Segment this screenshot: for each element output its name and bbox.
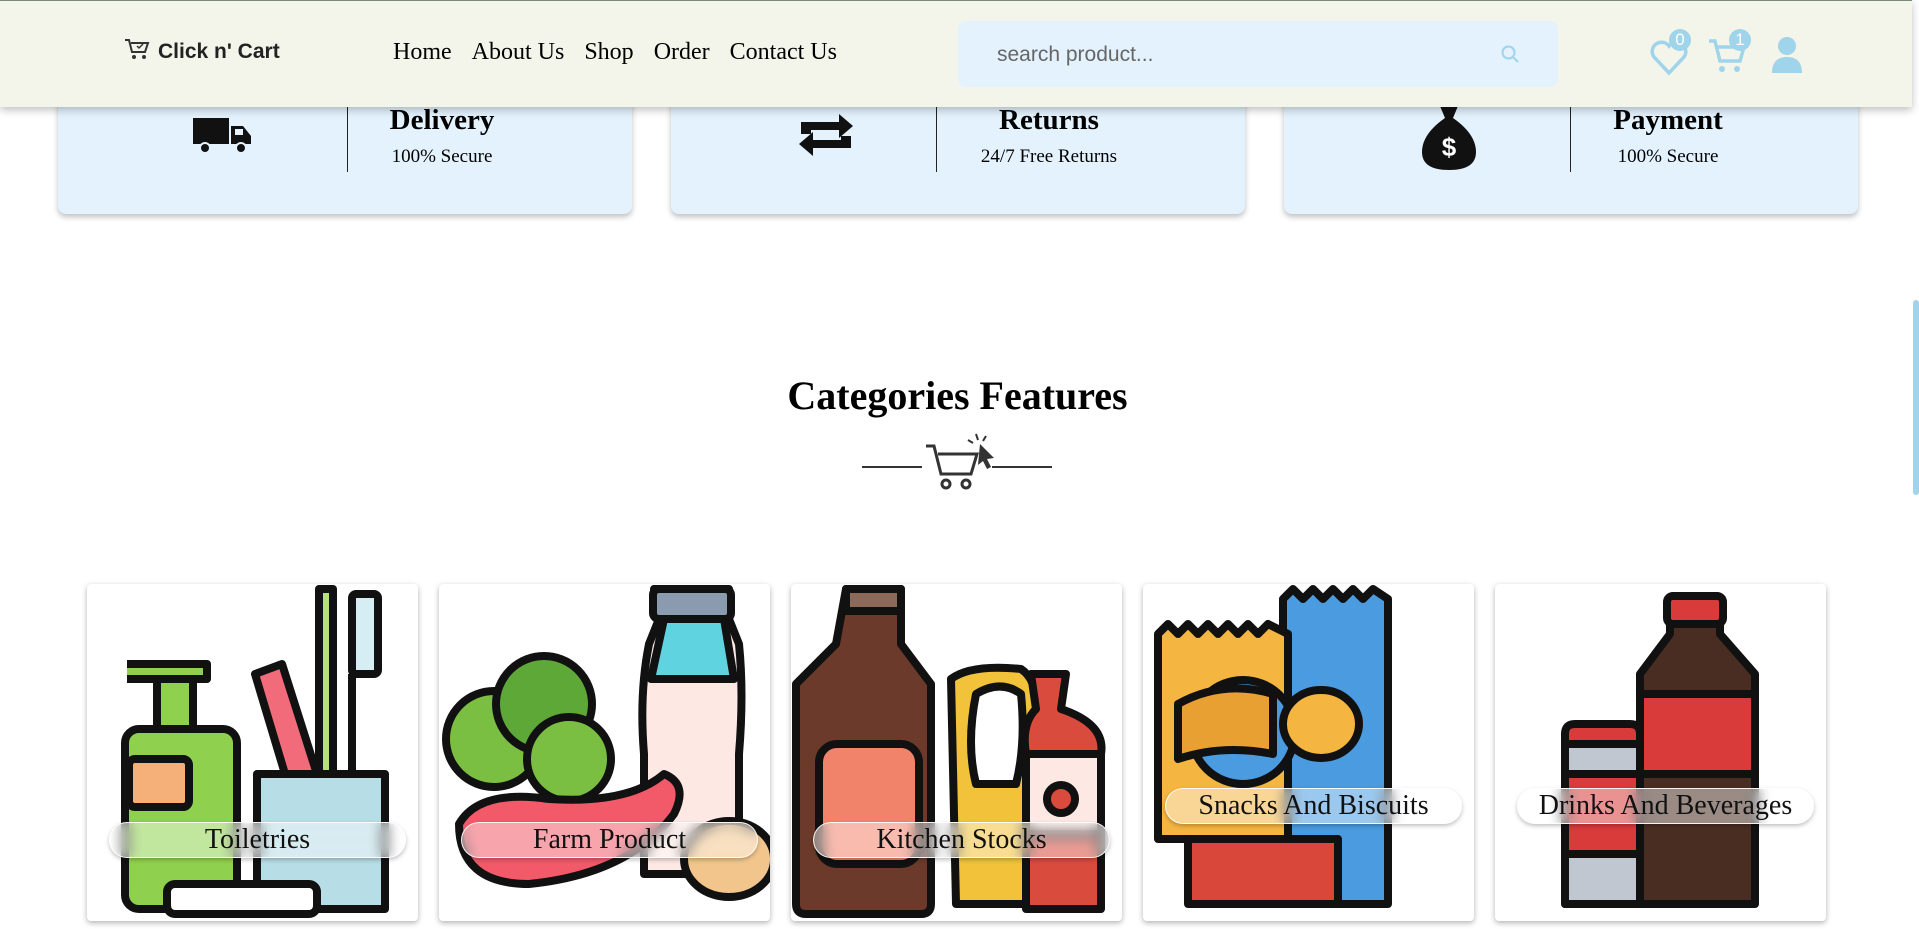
main-nav: Home About Us Shop Order Contact Us bbox=[393, 39, 837, 66]
category-label: Drinks And Beverages bbox=[1517, 788, 1814, 824]
account-button[interactable] bbox=[1763, 25, 1821, 85]
svg-text:$: $ bbox=[1442, 132, 1457, 162]
category-card-drinks-and-beverages[interactable]: Drinks And Beverages bbox=[1495, 584, 1826, 921]
nav-order[interactable]: Order bbox=[654, 39, 710, 66]
feature-title: Delivery bbox=[389, 104, 495, 136]
category-label: Toiletries bbox=[109, 822, 406, 858]
logo-text: Click n' Cart bbox=[158, 39, 280, 63]
feature-returns: Returns 24/7 Free Returns bbox=[671, 100, 1245, 214]
nav-shop[interactable]: Shop bbox=[584, 39, 633, 66]
snacks-illustration bbox=[1154, 585, 1392, 908]
page-scrollbar[interactable] bbox=[1913, 300, 1919, 495]
feature-subtitle: 24/7 Free Returns bbox=[980, 146, 1118, 167]
toiletries-illustration bbox=[121, 585, 389, 918]
cart-divider-icon bbox=[862, 432, 1052, 499]
feature-subtitle: 100% Secure bbox=[1617, 146, 1719, 167]
wishlist-count-badge: 0 bbox=[1669, 29, 1691, 51]
cart-button[interactable]: 1 bbox=[1705, 25, 1763, 85]
truck-icon bbox=[193, 118, 253, 159]
category-label: Snacks And Biscuits bbox=[1165, 788, 1462, 824]
search-input[interactable] bbox=[958, 21, 1519, 89]
money-bag-icon: $ bbox=[1420, 106, 1478, 177]
nav-contact-us[interactable]: Contact Us bbox=[730, 39, 837, 66]
header-bar: Click n' Cart Home About Us Shop Order C… bbox=[0, 0, 1912, 107]
category-label: Farm Product bbox=[461, 822, 758, 858]
nav-home[interactable]: Home bbox=[393, 39, 452, 66]
category-card-farm-product[interactable]: Farm Product bbox=[439, 584, 770, 921]
cart-logo-icon bbox=[124, 37, 152, 66]
category-card-kitchen-stocks[interactable]: Kitchen Stocks bbox=[791, 584, 1122, 921]
feature-divider bbox=[936, 106, 937, 172]
search-icon[interactable] bbox=[1500, 44, 1520, 69]
drinks-illustration bbox=[1561, 592, 1759, 908]
wishlist-button[interactable]: 0 bbox=[1647, 25, 1705, 85]
feature-subtitle: 100% Secure bbox=[391, 146, 493, 167]
feature-payment: $ Payment 100% Secure bbox=[1284, 100, 1858, 214]
category-card-toiletries[interactable]: Toiletries bbox=[87, 584, 418, 921]
feature-title: Payment bbox=[1613, 104, 1723, 136]
feature-title: Returns bbox=[999, 104, 1099, 136]
nav-about-us[interactable]: About Us bbox=[472, 39, 565, 66]
search-box bbox=[958, 21, 1558, 89]
header-icons: 0 1 bbox=[1647, 25, 1821, 85]
feature-delivery: Delivery 100% Secure bbox=[58, 100, 632, 214]
kitchen-stocks-illustration bbox=[792, 585, 1106, 918]
farm-product-illustration bbox=[442, 585, 770, 901]
cart-count-badge: 1 bbox=[1729, 29, 1751, 51]
section-title: Categories Features bbox=[787, 373, 1128, 418]
logo[interactable]: Click n' Cart bbox=[124, 37, 280, 66]
category-card-snacks-and-biscuits[interactable]: Snacks And Biscuits bbox=[1143, 584, 1474, 921]
repeat-icon bbox=[795, 112, 857, 163]
category-label: Kitchen Stocks bbox=[813, 822, 1110, 858]
